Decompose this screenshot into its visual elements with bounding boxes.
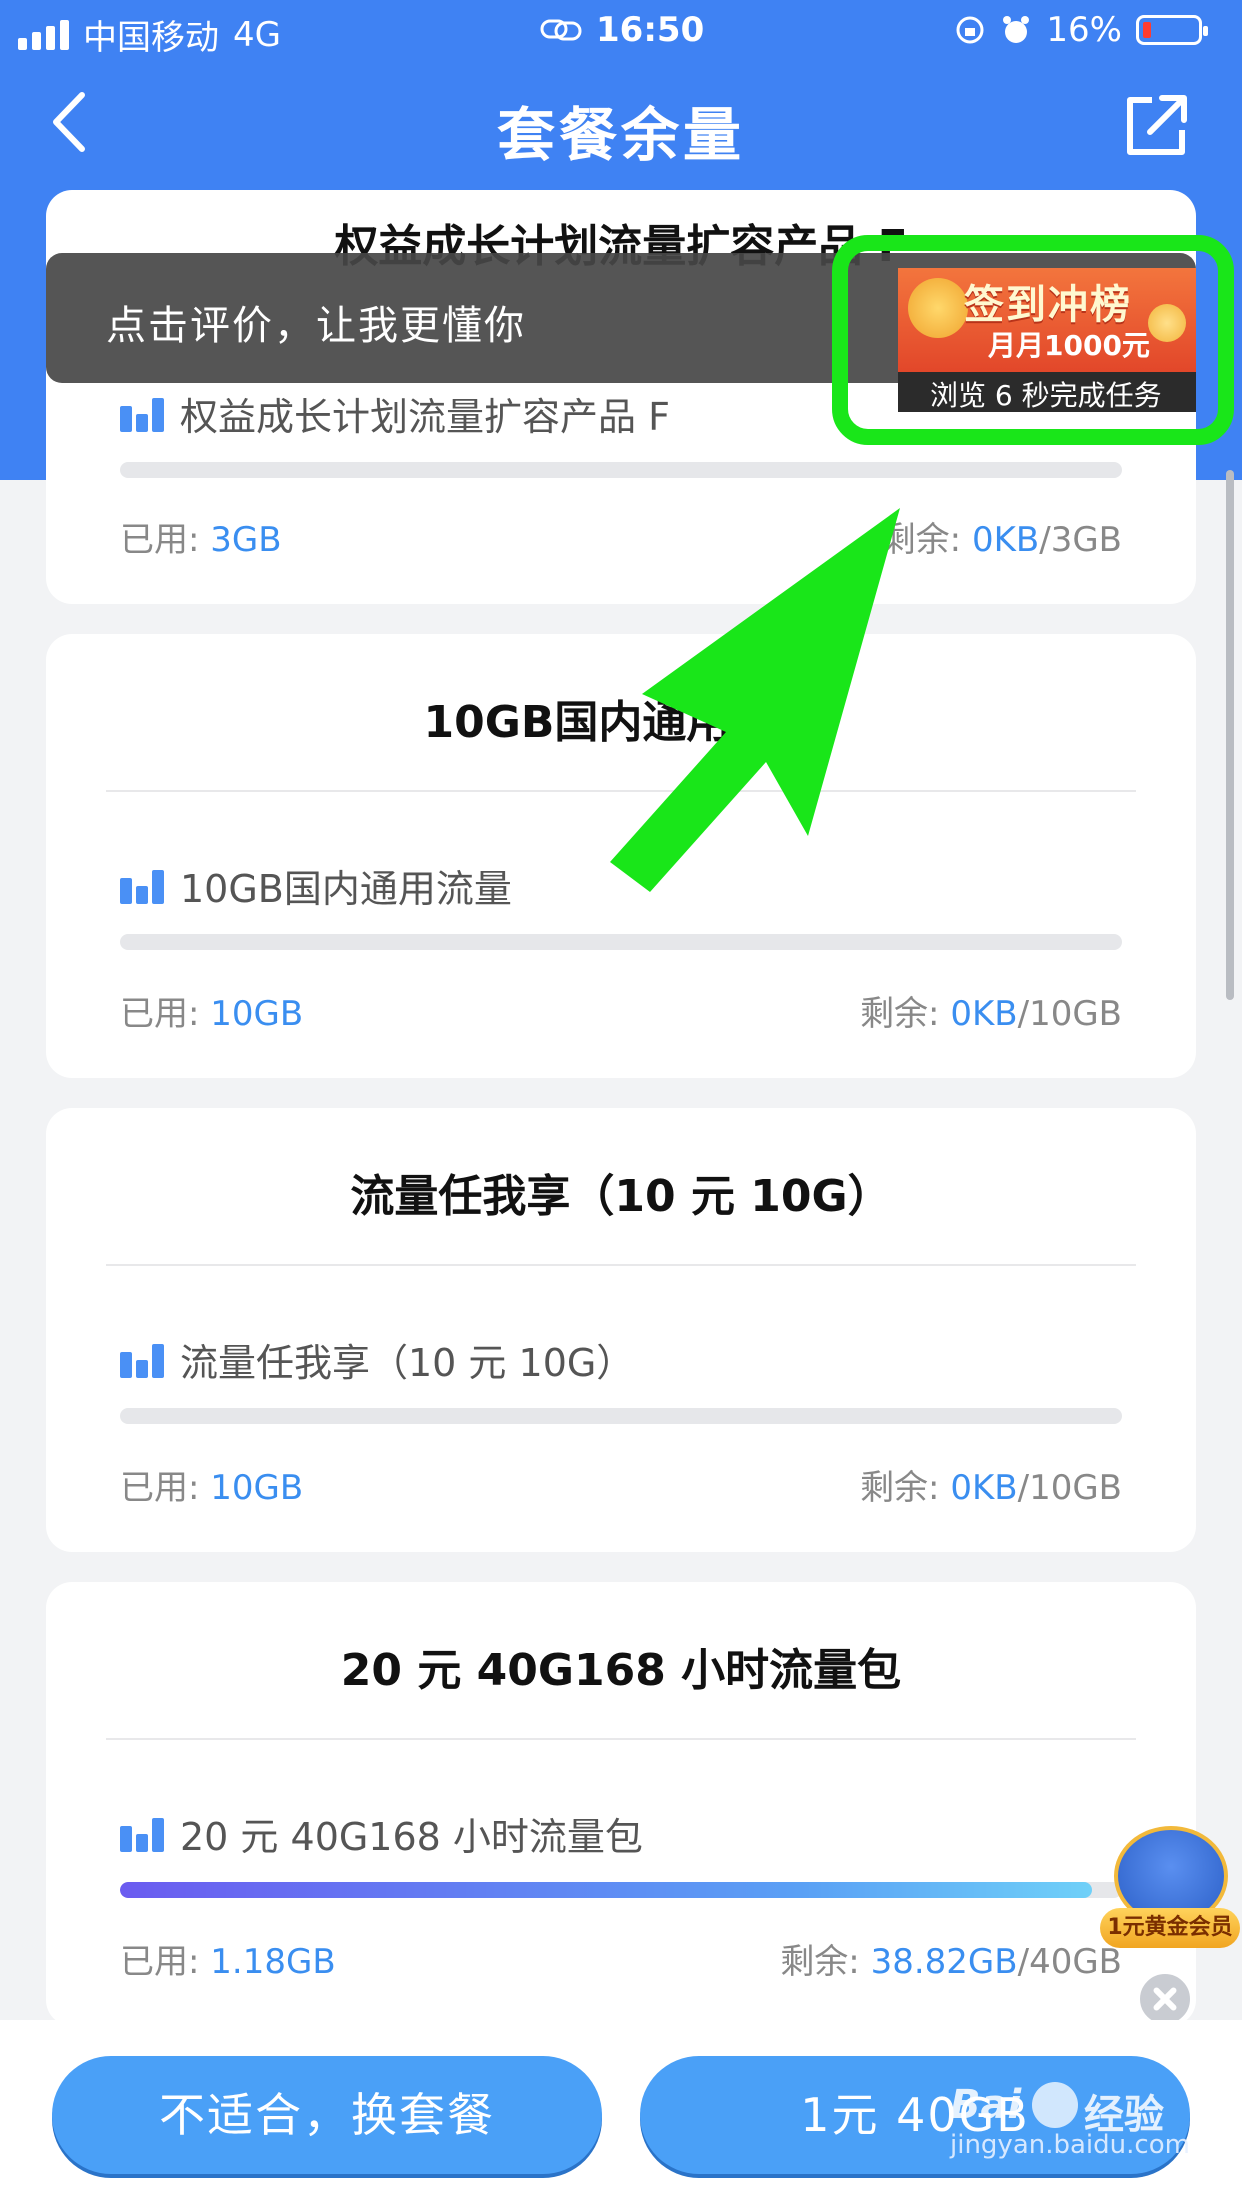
used-value: 3GB (210, 520, 282, 560)
card-title: 流量任我享（10 元 10G） (350, 1171, 892, 1222)
package-item-name: 10GB国内通用流量 (180, 867, 512, 911)
member-badge[interactable]: 1元黄金会员 (1100, 1822, 1240, 1952)
remain-value: 0KB (971, 520, 1040, 560)
total-value: /10GB (1017, 994, 1122, 1034)
package-card: 流量任我享（10 元 10G） 流量任我享（10 元 10G） 已用: 10GB… (46, 1108, 1196, 1552)
remain-value: 0KB (950, 994, 1018, 1034)
pointer-arrow-icon (610, 508, 900, 892)
bar-chart-icon (120, 868, 166, 904)
used-amount: 已用: 10GB (120, 1460, 303, 1509)
clock-time: 16:50 (596, 10, 705, 50)
page-title: 套餐余量 (496, 101, 745, 169)
usage-progress-fill (120, 1882, 1092, 1898)
used-label: 已用: (120, 520, 200, 560)
package-card: 20 元 40G168 小时流量包 20 元 40G168 小时流量包 已用: … (46, 1582, 1196, 2026)
used-amount: 已用: 10GB (120, 986, 303, 1035)
toast-text: 点击评价，让我更懂你 (106, 303, 526, 349)
bar-chart-icon (120, 1816, 166, 1852)
top-header: 中国移动 4G 16:50 16% 套餐余量 (0, 0, 1242, 190)
card-divider (106, 1738, 1136, 1740)
used-label: 已用: (120, 1942, 200, 1982)
bar-chart-icon (120, 1342, 166, 1378)
bar-chart-icon (120, 396, 166, 432)
package-item-name: 权益成长计划流量扩容产品 F (180, 395, 670, 439)
total-value: /3GB (1039, 520, 1122, 560)
baidu-watermark: Bai 经验 jingyan.baidu.com (950, 2082, 1240, 2192)
nav-bar: 套餐余量 (0, 62, 1242, 190)
package-item-label: 流量任我享（10 元 10G） (120, 1332, 634, 1387)
usage-progress-bar (120, 1408, 1122, 1424)
remaining-amount: 剩余: 0KB/10GB (860, 1460, 1122, 1509)
member-badge-label: 1元黄金会员 (1100, 1908, 1240, 1948)
highlight-box (832, 235, 1234, 445)
usage-progress-bar (120, 462, 1122, 478)
watermark-url: jingyan.baidu.com (950, 2130, 1190, 2160)
status-bar: 中国移动 4G 16:50 16% (0, 0, 1242, 62)
paw-icon (1032, 2082, 1078, 2128)
remaining-amount: 剩余: 0KB/10GB (860, 986, 1122, 1035)
battery-percent: 16% (1046, 10, 1122, 50)
link-icon (540, 19, 582, 41)
network-label: 4G (233, 14, 281, 55)
carrier-label: 中国移动 (83, 18, 219, 58)
remain-label: 剩余: (860, 994, 940, 1034)
package-item-label: 10GB国内通用流量 (120, 858, 512, 913)
card-title: 20 元 40G168 小时流量包 (340, 1645, 902, 1696)
scrollbar[interactable] (1226, 470, 1234, 1000)
usage-progress-bar (120, 934, 1122, 950)
package-item-label: 权益成长计划流量扩容产品 F (120, 386, 670, 441)
remaining-amount: 剩余: 38.82GB/40GB (780, 1934, 1122, 1983)
package-item-label: 20 元 40G168 小时流量包 (120, 1806, 643, 1861)
watermark-brand: Bai (950, 2082, 1022, 2128)
used-amount: 已用: 3GB (120, 512, 282, 561)
used-value: 10GB (210, 994, 304, 1034)
card-divider (106, 1264, 1136, 1266)
battery-icon (1136, 15, 1208, 45)
alarm-icon (1003, 16, 1030, 43)
signal-icon (18, 19, 69, 50)
package-item-name: 20 元 40G168 小时流量包 (180, 1815, 643, 1859)
package-item-name: 流量任我享（10 元 10G） (180, 1341, 635, 1385)
used-label: 已用: (120, 994, 200, 1034)
used-amount: 已用: 1.18GB (120, 1934, 336, 1983)
rotation-lock-icon (956, 16, 984, 44)
used-label: 已用: (120, 1468, 200, 1508)
used-value: 10GB (210, 1468, 304, 1508)
used-value: 1.18GB (210, 1942, 336, 1982)
total-value: /10GB (1017, 1468, 1122, 1508)
share-icon[interactable] (1122, 90, 1192, 160)
remain-value: 38.82GB (870, 1942, 1018, 1982)
remain-label: 剩余: (780, 1942, 860, 1982)
remain-label: 剩余: (860, 1468, 940, 1508)
usage-progress-bar (120, 1882, 1122, 1898)
change-plan-button[interactable]: 不适合，换套餐 (52, 2056, 602, 2174)
remain-value: 0KB (950, 1468, 1018, 1508)
